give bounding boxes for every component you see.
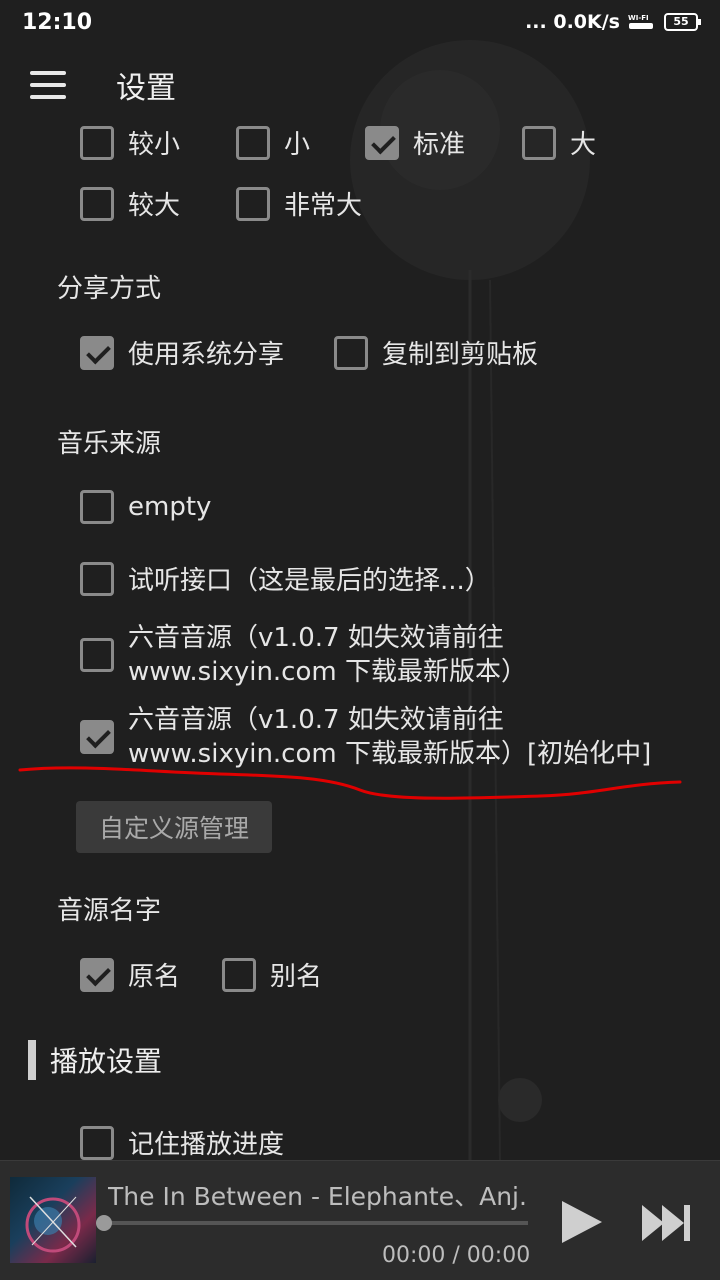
mini-player[interactable]: The In Between - Elephante、Anj... 00:00 … [0, 1160, 720, 1280]
play-icon[interactable] [556, 1197, 606, 1247]
option-font-smaller[interactable]: 较小 [80, 124, 180, 161]
option-label: 试听接口（这是最后的选择...） [128, 566, 491, 596]
custom-source-button[interactable]: 自定义源管理 [76, 801, 272, 853]
option-label-line2: www.sixyin.com 下载最新版本）[初始化中] [128, 739, 652, 769]
option-label: 使用系统分享 [128, 340, 285, 370]
playback-time: 00:00 / 00:00 [382, 1243, 531, 1268]
network-speed: ... 0.0K/s [525, 11, 620, 33]
option-label: 大 [570, 130, 597, 160]
svg-text:WI-FI: WI-FI [628, 14, 649, 22]
option-label: 别名 [270, 962, 323, 992]
option-source-sixyin-initializing[interactable]: 六音音源（v1.0.7 如失效请前往 www.sixyin.com 下载最新版本… [80, 703, 651, 771]
group-header-playback: 播放设置 [28, 1040, 162, 1080]
checkbox[interactable] [522, 125, 556, 160]
option-label-line1: 六音音源（v1.0.7 如失效请前往 [128, 705, 504, 735]
checkbox-checked[interactable] [80, 957, 114, 992]
checkbox[interactable] [236, 186, 270, 221]
option-label-multiline: 六音音源（v1.0.7 如失效请前往 www.sixyin.com 下载最新版本… [128, 621, 527, 689]
checkbox[interactable] [80, 1125, 114, 1160]
checkbox-checked[interactable] [80, 720, 114, 754]
checkbox[interactable] [80, 186, 114, 221]
option-alias-name[interactable]: 别名 [222, 956, 322, 993]
option-font-huge[interactable]: 非常大 [236, 185, 362, 222]
option-label: 小 [284, 130, 311, 160]
option-label: 复制到剪贴板 [382, 340, 539, 370]
option-source-empty[interactable]: empty [80, 490, 211, 524]
page-title: 设置 [116, 71, 176, 106]
status-bar: 12:10 ... 0.0K/s WI-FI 55 [0, 0, 720, 44]
group-accent-bar [28, 1040, 36, 1080]
status-indicators: ... 0.0K/s WI-FI 55 [525, 11, 701, 33]
option-label-multiline: 六音音源（v1.0.7 如失效请前往 www.sixyin.com 下载最新版本… [128, 703, 651, 771]
settings-list[interactable]: 较小 小 标准 大 较大 非常大 分享方式 使用系统分享 复制到剪贴板 音乐来源… [0, 118, 720, 1160]
option-font-standard[interactable]: 标准 [365, 124, 465, 161]
option-label: 原名 [128, 962, 181, 992]
option-original-name[interactable]: 原名 [80, 956, 180, 993]
section-title-music-source: 音乐来源 [57, 429, 162, 459]
progress-thumb[interactable] [96, 1215, 112, 1231]
option-font-large[interactable]: 大 [522, 124, 596, 161]
checkbox-checked[interactable] [365, 125, 399, 160]
skip-next-icon[interactable] [640, 1201, 692, 1245]
option-label: 较小 [128, 130, 181, 160]
option-label: 较大 [128, 191, 181, 221]
section-title-source-name: 音源名字 [57, 896, 162, 926]
option-source-sixyin[interactable]: 六音音源（v1.0.7 如失效请前往 www.sixyin.com 下载最新版本… [80, 621, 527, 689]
checkbox[interactable] [334, 335, 368, 370]
checkbox[interactable] [236, 125, 270, 160]
checkbox[interactable] [80, 561, 114, 596]
option-source-trial[interactable]: 试听接口（这是最后的选择...） [80, 560, 491, 597]
option-label: empty [128, 492, 212, 522]
checkbox[interactable] [222, 957, 256, 992]
wifi-icon: WI-FI [628, 13, 656, 31]
checkbox[interactable] [80, 125, 114, 160]
option-font-larger[interactable]: 较大 [80, 185, 180, 222]
group-title: 播放设置 [50, 1045, 163, 1078]
option-label: 非常大 [284, 191, 363, 221]
app-bar: 设置 [0, 52, 720, 118]
hamburger-menu-icon[interactable] [30, 71, 66, 99]
option-font-small[interactable]: 小 [236, 124, 310, 161]
battery-icon: 55 [664, 13, 701, 31]
checkbox-checked[interactable] [80, 335, 114, 370]
section-title-share: 分享方式 [57, 274, 162, 304]
option-copy-clipboard[interactable]: 复制到剪贴板 [334, 334, 538, 371]
option-system-share[interactable]: 使用系统分享 [80, 334, 284, 371]
option-label: 标准 [413, 130, 466, 160]
checkbox[interactable] [80, 490, 114, 524]
checkbox[interactable] [80, 638, 114, 672]
option-remember-progress[interactable]: 记住播放进度 [80, 1124, 284, 1160]
option-label-line2: www.sixyin.com 下载最新版本） [128, 657, 527, 687]
option-label: 记住播放进度 [128, 1130, 285, 1160]
status-time: 12:10 [22, 9, 93, 35]
progress-bar[interactable] [96, 1215, 528, 1231]
song-title: The In Between - Elephante、Anj... [108, 1182, 528, 1211]
album-art[interactable] [10, 1177, 96, 1263]
option-label-line1: 六音音源（v1.0.7 如失效请前往 [128, 623, 504, 653]
